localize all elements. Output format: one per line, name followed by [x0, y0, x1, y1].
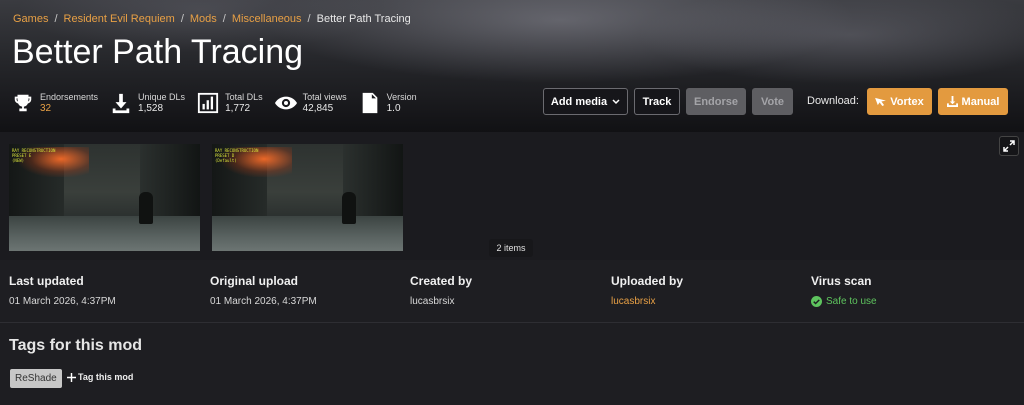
- vote-button[interactable]: Vote: [752, 88, 793, 115]
- stat-label: Total DLs: [225, 92, 263, 102]
- vortex-download-button[interactable]: Vortex: [867, 88, 932, 115]
- stat-label: Version: [386, 92, 417, 102]
- thumbnail-overlay-text: RAY RECONSTRUCTION PRESET E (NEW): [12, 148, 56, 163]
- gallery-thumbnail[interactable]: RAY RECONSTRUCTION PRESET E (NEW): [9, 144, 200, 251]
- vortex-label: Vortex: [890, 95, 924, 108]
- vortex-icon: [875, 97, 887, 106]
- meta-value: 01 March 2026, 4:37PM: [210, 296, 317, 307]
- document-icon: [357, 90, 383, 116]
- breadcrumb-separator: /: [307, 13, 311, 25]
- endorse-label: Endorse: [693, 95, 738, 108]
- vote-label: Vote: [760, 95, 785, 108]
- breadcrumb-games[interactable]: Games: [13, 13, 48, 25]
- page-title: Better Path Tracing: [12, 33, 304, 71]
- mod-header: Games / Resident Evil Requiem / Mods / M…: [0, 0, 1024, 132]
- stat-total-dls: Total DLs 1,772: [195, 88, 263, 118]
- stat-value: 1,772: [225, 103, 251, 114]
- plus-icon: [67, 372, 76, 382]
- manual-download-button[interactable]: Manual: [938, 88, 1008, 115]
- check-circle-icon: [811, 296, 822, 307]
- expand-gallery-button[interactable]: [999, 136, 1019, 156]
- mod-stats: Endorsements 32 Unique DLs 1,528 Total D…: [10, 88, 427, 118]
- gallery-thumbnail[interactable]: RAY RECONSTRUCTION PRESET D (Default): [212, 144, 403, 251]
- stat-value: 1.0: [386, 103, 401, 114]
- manual-label: Manual: [961, 95, 1000, 108]
- meta-virus-scan: Virus scan Safe to use: [811, 274, 877, 307]
- breadcrumb: Games / Resident Evil Requiem / Mods / M…: [13, 13, 411, 25]
- virus-scan-status: Safe to use: [811, 296, 877, 307]
- stat-value: 42,845: [302, 103, 334, 114]
- tag-reshade[interactable]: ReShade: [10, 369, 62, 388]
- breadcrumb-current: Better Path Tracing: [316, 13, 411, 25]
- chevron-down-icon: [612, 98, 620, 105]
- virus-scan-value: Safe to use: [826, 296, 877, 307]
- eye-icon: [273, 90, 299, 116]
- meta-label: Uploaded by: [611, 274, 684, 288]
- meta-label: Last updated: [9, 274, 84, 288]
- gallery-count-badge: 2 items: [489, 239, 533, 257]
- meta-last-updated: Last updated 01 March 2026, 4:37PM: [9, 274, 116, 307]
- stat-total-views: Total views 42,845: [273, 88, 347, 118]
- stat-unique-dls: Unique DLs 1,528: [108, 88, 185, 118]
- bar-chart-icon: [195, 90, 221, 116]
- track-button[interactable]: Track: [634, 88, 680, 115]
- trophy-icon: [10, 90, 36, 116]
- meta-value: 01 March 2026, 4:37PM: [9, 296, 116, 307]
- download-icon: [108, 90, 134, 116]
- breadcrumb-game[interactable]: Resident Evil Requiem: [64, 13, 175, 25]
- breadcrumb-separator: /: [54, 13, 58, 25]
- meta-label: Created by: [410, 274, 473, 288]
- download-icon: [946, 96, 958, 107]
- add-media-button[interactable]: Add media: [543, 88, 628, 115]
- meta-created-by: Created by lucasbrsix: [410, 274, 472, 307]
- stat-label: Unique DLs: [138, 92, 186, 102]
- meta-original-upload: Original upload 01 March 2026, 4:37PM: [210, 274, 317, 307]
- tag-this-mod-label: Tag this mod: [78, 372, 134, 382]
- meta-uploaded-by: Uploaded by lucasbrsix: [611, 274, 683, 307]
- tag-this-mod-button[interactable]: Tag this mod: [67, 372, 133, 382]
- section-divider: [0, 322, 1024, 323]
- stat-value: 1,528: [138, 103, 164, 114]
- endorse-button[interactable]: Endorse: [686, 88, 746, 115]
- meta-label: Virus scan: [811, 274, 872, 288]
- meta-label: Original upload: [210, 274, 299, 288]
- stat-endorsements: Endorsements 32: [10, 88, 98, 118]
- breadcrumb-mods[interactable]: Mods: [190, 13, 217, 25]
- track-label: Track: [642, 95, 672, 108]
- stat-label: Endorsements: [40, 92, 99, 102]
- tags-heading: Tags for this mod: [9, 337, 143, 354]
- stat-version: Version 1.0: [357, 88, 417, 118]
- meta-value: lucasbrsix: [410, 296, 455, 307]
- expand-icon: [1003, 140, 1015, 152]
- add-media-label: Add media: [550, 95, 608, 108]
- breadcrumb-separator: /: [222, 13, 226, 25]
- thumbnail-overlay-text: RAY RECONSTRUCTION PRESET D (Default): [215, 148, 259, 163]
- download-label: Download:: [807, 95, 859, 107]
- stat-value: 32: [40, 103, 52, 114]
- breadcrumb-separator: /: [180, 13, 184, 25]
- stat-label: Total views: [302, 92, 347, 102]
- uploader-link[interactable]: lucasbrsix: [611, 296, 683, 307]
- breadcrumb-category[interactable]: Miscellaneous: [232, 13, 302, 25]
